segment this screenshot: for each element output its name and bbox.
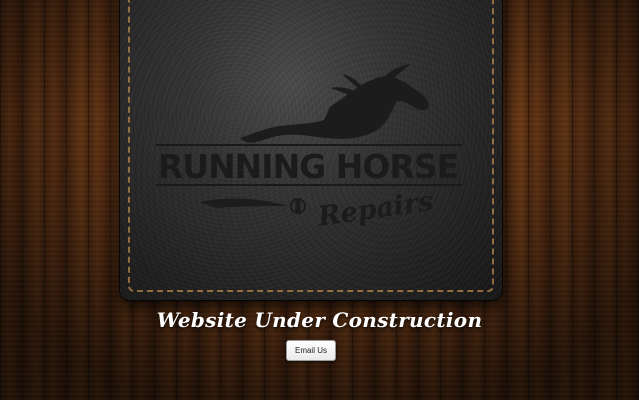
page-background: RUNNING HORSE Repairs Website Under Cons… xyxy=(0,0,639,400)
horse-icon xyxy=(240,64,429,143)
logo-line-2: Repairs xyxy=(315,186,435,233)
construction-tagline: Website Under Construction xyxy=(156,308,483,332)
email-us-button[interactable]: Email Us xyxy=(286,340,336,361)
leather-patch: RUNNING HORSE Repairs xyxy=(120,0,502,300)
logo-rule-top xyxy=(156,144,462,146)
logo-rule-bottom xyxy=(156,184,462,186)
brand-logo: RUNNING HORSE Repairs xyxy=(156,64,462,233)
wing-ornament-icon xyxy=(200,198,306,214)
logo-line-1: RUNNING HORSE xyxy=(158,147,458,186)
